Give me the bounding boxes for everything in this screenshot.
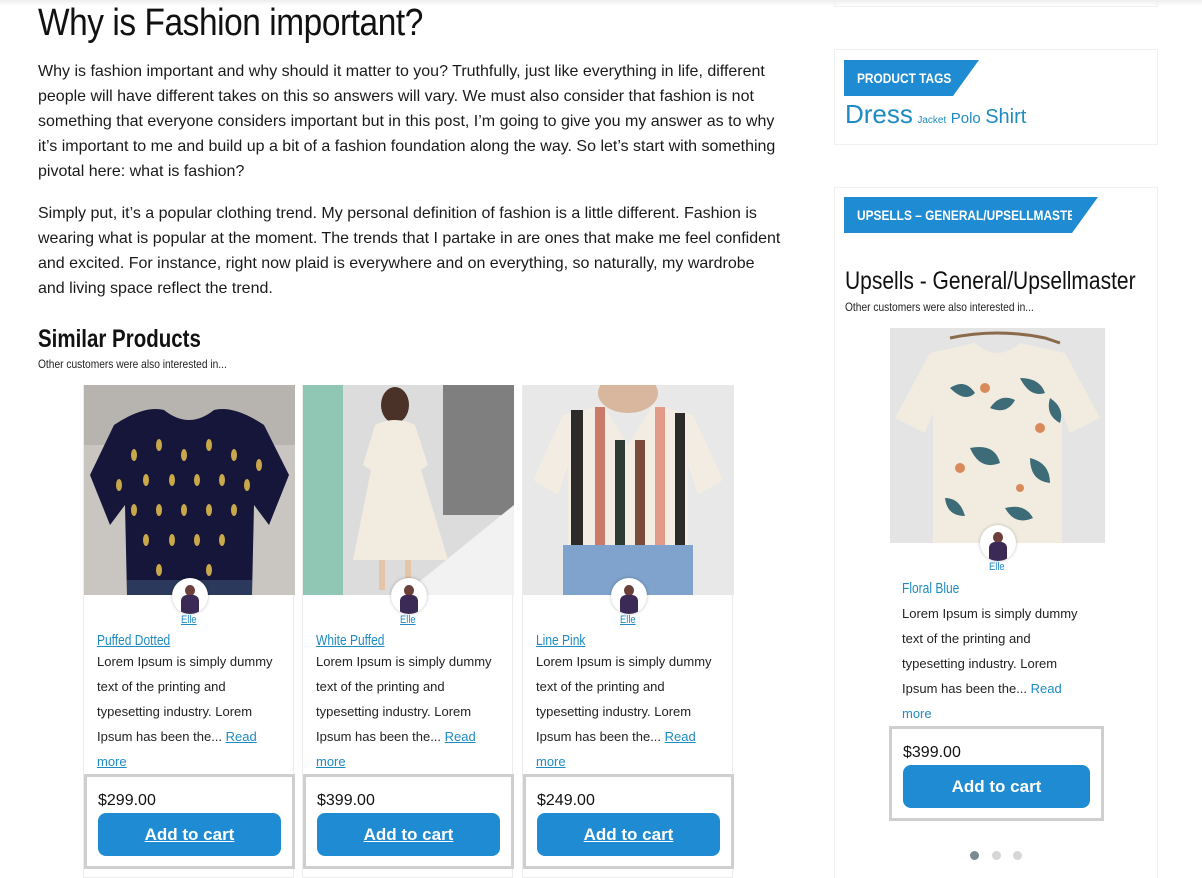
floral-top-image [890,328,1105,543]
product-name-link[interactable]: Line Pink [536,632,585,649]
similar-products-heading: Similar Products [38,325,201,353]
carousel-dot-3[interactable] [1013,851,1022,860]
product-description: Lorem Ipsum is simply dummy text of the … [902,601,1092,726]
price-box: $399.00 Add to cart [889,726,1104,821]
blouse-image [84,385,295,595]
author-link[interactable]: Elle [989,561,1005,573]
product-price: $399.00 [317,792,375,809]
product-card-puffed-dotted: Elle Puffed Dotted Lorem Ipsum is simply… [83,385,295,878]
upsells-title: Upsells - General/Upsellmaster [845,267,1136,295]
add-to-cart-button[interactable]: Add to cart [903,765,1090,808]
author-avatar[interactable] [611,578,647,614]
carousel-dot-2[interactable] [992,851,1001,860]
upsells-widget: UPSELLS – GENERAL/UPSELLMASTER Upsells -… [834,187,1158,878]
product-tags-widget: PRODUCT TAGS Dress Jacket Polo Shirt [834,49,1158,145]
price-box: $249.00 Add to cart [523,774,734,869]
author-avatar[interactable] [391,578,427,614]
author-link[interactable]: Elle [181,614,197,626]
price-box: $299.00 Add to cart [84,774,295,869]
product-name-link[interactable]: Floral Blue [902,580,959,597]
page-title: Why is Fashion important? [38,2,423,44]
sidebar-previous-widget [834,0,1158,7]
product-price: $399.00 [903,744,961,761]
add-to-cart-button[interactable]: Add to cart [537,813,720,856]
banner-notch [953,60,979,96]
product-card-line-pink: Elle Line Pink Lorem Ipsum is simply dum… [522,385,734,878]
author-link[interactable]: Elle [620,614,636,626]
add-to-cart-button[interactable]: Add to cart [98,813,281,856]
product-name-link[interactable]: White Puffed [316,632,384,649]
price-box: $399.00 Add to cart [303,774,514,869]
banner-notch [1072,197,1098,233]
author-avatar[interactable] [980,525,1016,561]
tag-jacket[interactable]: Jacket [917,115,946,126]
product-image-white-puffed[interactable] [303,385,514,595]
upsells-subtitle: Other customers were also interested in.… [845,300,1034,314]
carousel-dot-1[interactable] [970,851,979,860]
dress-image [303,385,514,595]
similar-products-subheading: Other customers were also interested in.… [38,357,227,371]
product-name-link[interactable]: Puffed Dotted [97,632,170,649]
upsells-banner-text: UPSELLS – GENERAL/UPSELLMASTER [857,207,1084,223]
add-to-cart-button[interactable]: Add to cart [317,813,500,856]
product-description: Lorem Ipsum is simply dummy text of the … [97,649,277,774]
tag-shirt[interactable]: Shirt [985,106,1026,129]
product-tags-banner-text: PRODUCT TAGS [857,70,952,86]
product-description: Lorem Ipsum is simply dummy text of the … [536,649,716,774]
tag-dress[interactable]: Dress [845,99,913,130]
product-image-line-pink[interactable] [523,385,734,595]
article-paragraph-1: Why is fashion important and why should … [38,63,776,180]
striped-top-image [523,385,734,595]
product-card-white-puffed: Elle White Puffed Lorem Ipsum is simply … [302,385,514,878]
product-image-floral-blue[interactable] [890,328,1105,543]
upsells-banner: UPSELLS – GENERAL/UPSELLMASTER [844,197,1084,233]
author-avatar[interactable] [172,578,208,614]
article-paragraph-2: Simply put, it’s a popular clothing tren… [38,205,781,297]
product-price: $299.00 [98,792,156,809]
tag-cloud: Dress Jacket Polo Shirt [845,99,1026,130]
product-image-puffed-dotted[interactable] [84,385,295,595]
tag-polo[interactable]: Polo [951,110,981,127]
product-price: $249.00 [537,792,595,809]
author-link[interactable]: Elle [400,614,416,626]
product-tags-banner: PRODUCT TAGS [844,60,953,96]
product-description: Lorem Ipsum is simply dummy text of the … [316,649,496,774]
